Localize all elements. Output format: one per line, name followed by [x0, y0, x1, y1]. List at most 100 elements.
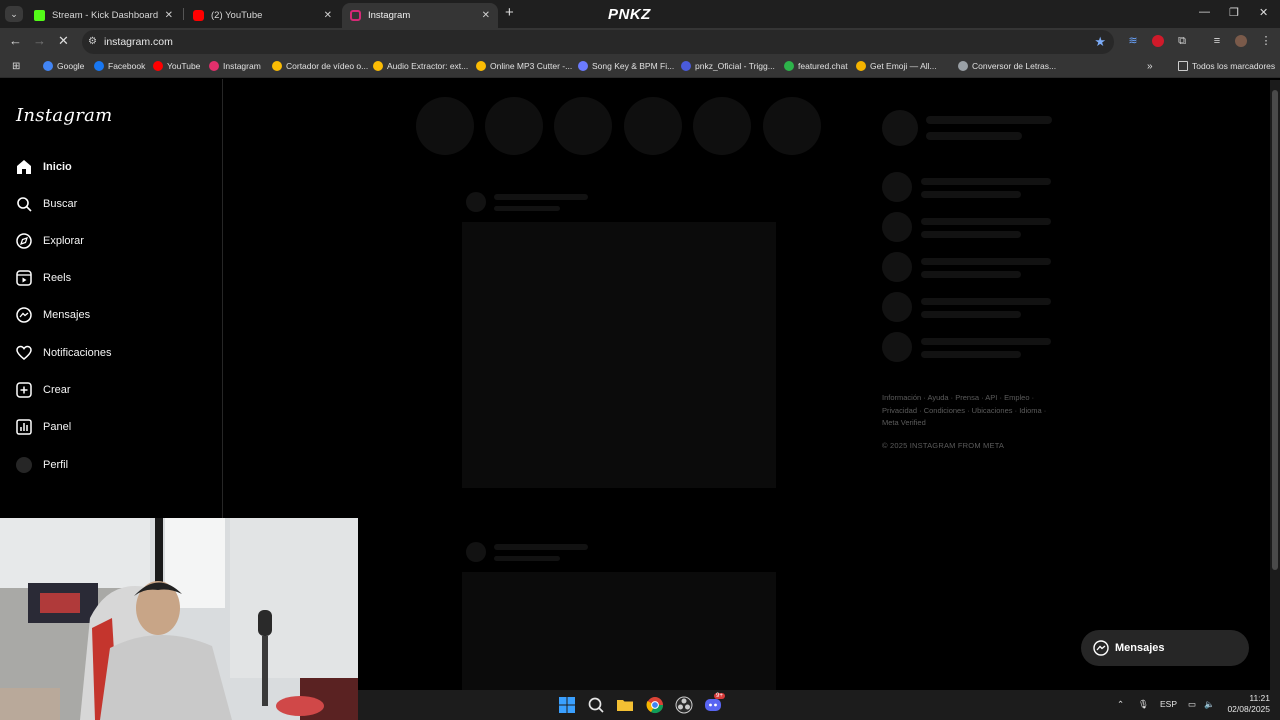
bookmark-item[interactable]: Get Emoji — All... — [856, 61, 937, 71]
close-window-button[interactable]: ✕ — [1259, 6, 1268, 19]
extensions-puzzle-icon[interactable]: ⧉ — [1176, 35, 1188, 47]
nav-perfil[interactable]: Perfil — [16, 454, 68, 476]
tab-list-icon[interactable]: ≡ — [1211, 35, 1223, 47]
story-placeholder — [763, 97, 821, 155]
menu-kebab-icon[interactable]: ⋮ — [1260, 35, 1272, 47]
bookmark-favicon-icon — [43, 61, 53, 71]
footer-link[interactable]: Empleo — [1004, 393, 1029, 402]
windows-start-icon[interactable] — [558, 696, 576, 714]
plus-square-icon — [16, 382, 32, 398]
bookmark-favicon-icon — [856, 61, 866, 71]
nav-crear[interactable]: Crear — [16, 379, 71, 401]
bookmark-item[interactable]: Google — [43, 61, 84, 71]
nav-label: Panel — [43, 421, 72, 433]
apps-grid-icon[interactable]: ⊞ — [12, 61, 20, 72]
bookmark-item[interactable]: featured.chat — [784, 61, 848, 71]
folder-icon — [1178, 61, 1188, 71]
webcam-overlay — [0, 518, 358, 720]
search-icon[interactable] — [587, 696, 605, 714]
obs-icon[interactable] — [675, 696, 693, 714]
nav-reels[interactable]: Reels — [16, 267, 71, 289]
chrome-icon[interactable] — [646, 696, 664, 714]
nav-notificaciones[interactable]: Notificaciones — [16, 342, 111, 364]
microphone-icon[interactable]: 🎙 — [1138, 699, 1149, 710]
footer-link[interactable]: Idioma — [1019, 406, 1042, 415]
footer-link[interactable]: Condiciones — [924, 406, 965, 415]
tab-kick[interactable]: Stream - Kick Dashboard ✕ — [26, 3, 181, 27]
footer-link[interactable]: Información — [882, 393, 921, 402]
network-icon[interactable]: ▭ — [1188, 699, 1196, 710]
tab-youtube[interactable]: (2) YouTube ✕ — [185, 3, 340, 27]
new-tab-button[interactable]: + — [505, 5, 514, 21]
close-icon[interactable]: ✕ — [482, 10, 490, 21]
bookmark-item[interactable]: Online MP3 Cutter -... — [476, 61, 572, 71]
tab-separator — [183, 8, 184, 20]
language-indicator[interactable]: ESP — [1160, 699, 1177, 709]
footer-link[interactable]: Privacidad — [882, 406, 917, 415]
footer-link[interactable]: Meta Verified — [882, 418, 926, 427]
clock-time: 11:21 — [1249, 693, 1270, 703]
bookmark-label: Online MP3 Cutter -... — [490, 61, 573, 71]
footer-link[interactable]: Ayuda — [927, 393, 948, 402]
avatar — [16, 457, 32, 473]
close-icon[interactable]: ✕ — [324, 10, 332, 21]
messages-button-label: Mensajes — [1115, 642, 1165, 654]
scrollbar-thumb[interactable] — [1272, 90, 1278, 570]
clock[interactable]: 11:21 02/08/2025 — [1227, 693, 1270, 715]
bookmark-item[interactable]: pnkz_Oficial - Trigg... — [681, 61, 775, 71]
nav-mensajes[interactable]: Mensajes — [16, 304, 90, 326]
file-explorer-icon[interactable] — [616, 696, 634, 714]
heart-icon — [16, 345, 32, 360]
suggestion-text-placeholder — [921, 351, 1021, 358]
more-bookmarks-chevron-icon[interactable]: » — [1147, 61, 1153, 72]
footer-link[interactable]: Prensa — [955, 393, 979, 402]
bookmark-item[interactable]: Cortador de vídeo o... — [272, 61, 368, 71]
minimize-button[interactable]: — — [1199, 6, 1210, 18]
bookmark-label: YouTube — [167, 61, 201, 71]
footer-link[interactable]: Ubicaciones — [972, 406, 1013, 415]
bookmark-label: featured.chat — [798, 61, 848, 71]
bookmark-item[interactable]: Conversor de Letras... — [958, 61, 1056, 71]
bookmark-label: Conversor de Letras... — [972, 61, 1057, 71]
tab-title: Instagram — [368, 10, 411, 21]
extension-wave-icon[interactable]: ≋ — [1127, 35, 1139, 47]
nav-label: Reels — [43, 272, 72, 284]
stop-loading-button[interactable]: ✕ — [58, 34, 69, 48]
post-header-placeholder — [494, 206, 560, 211]
footer-links: Información · Ayuda · Prensa · API · Emp… — [882, 393, 1047, 427]
bookmark-item[interactable]: Audio Extractor: ext... — [373, 61, 468, 71]
volume-icon[interactable]: 🔈 — [1204, 699, 1215, 710]
profile-avatar-icon[interactable] — [1235, 35, 1247, 47]
tab-search-button[interactable]: ⌄ — [5, 6, 23, 22]
suggestion-text-placeholder — [921, 298, 1051, 305]
tab-title: Stream - Kick Dashboard — [52, 9, 159, 21]
back-button[interactable]: ← — [9, 34, 22, 48]
bookmark-item[interactable]: Instagram — [209, 61, 261, 71]
all-bookmarks-folder[interactable]: Todos los marcadores — [1178, 61, 1275, 71]
nav-explorar[interactable]: Explorar — [16, 230, 84, 252]
forward-button[interactable]: → — [33, 34, 46, 48]
bookmark-item[interactable]: Facebook — [94, 61, 145, 71]
bookmark-item[interactable]: YouTube — [153, 61, 200, 71]
close-icon[interactable]: ✕ — [165, 10, 173, 21]
home-icon — [17, 160, 31, 174]
tab-instagram[interactable]: Instagram ✕ — [342, 3, 498, 28]
instagram-logo[interactable]: Instagram — [16, 105, 113, 126]
nav-inicio[interactable]: Inicio — [16, 156, 72, 178]
tray-chevron-icon[interactable]: ⌃ — [1117, 699, 1124, 710]
discord-badge: 9+ — [714, 693, 725, 699]
footer-link[interactable]: API — [985, 393, 997, 402]
suggestion-text-placeholder — [921, 231, 1021, 238]
nav-panel[interactable]: Panel — [16, 416, 71, 438]
suggestion-text-placeholder — [921, 258, 1051, 265]
site-info-icon[interactable]: ⚙ — [88, 36, 100, 48]
extension-red-icon[interactable] — [1152, 35, 1164, 47]
messages-button[interactable]: Mensajes — [1081, 630, 1249, 666]
page-scrollbar[interactable] — [1270, 80, 1280, 690]
bookmark-star-icon[interactable]: ★ — [1094, 34, 1106, 50]
address-bar[interactable]: ⚙ instagram.com ★ — [82, 30, 1114, 54]
nav-buscar[interactable]: Buscar — [16, 193, 77, 215]
bookmark-item[interactable]: Song Key & BPM Fi... — [578, 61, 674, 71]
nav-label: Perfil — [43, 459, 69, 471]
restore-button[interactable]: ❐ — [1229, 6, 1239, 19]
